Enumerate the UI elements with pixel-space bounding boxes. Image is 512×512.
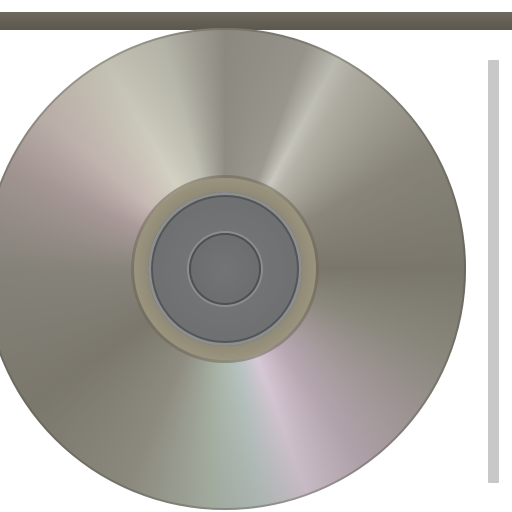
cd-disc-image: [0, 28, 466, 510]
disc-center-hole: [189, 233, 261, 305]
vertical-scrollbar[interactable]: [488, 60, 499, 483]
